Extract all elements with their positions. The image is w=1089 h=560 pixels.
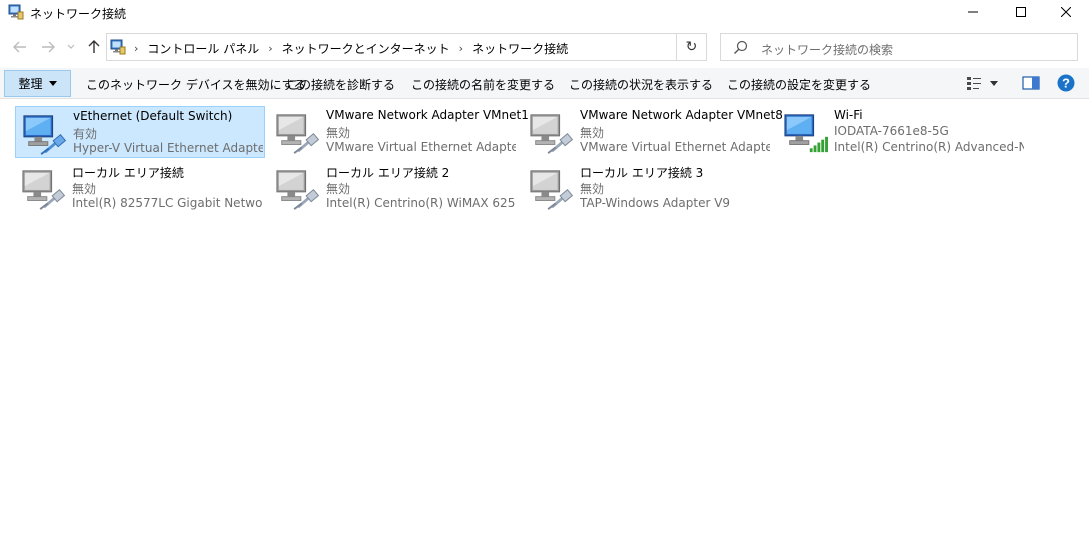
ethernet-adapter-disabled-icon: [276, 170, 320, 211]
recent-locations-button[interactable]: [64, 38, 78, 56]
ethernet-adapter-icon: [23, 115, 67, 156]
connection-name: Wi-Fi: [834, 108, 863, 122]
ethernet-adapter-disabled-icon: [530, 114, 574, 155]
connection-status: IODATA-7661e8-5G: [834, 124, 949, 138]
network-connections-icon: [8, 4, 24, 20]
help-icon[interactable]: ?: [1057, 74, 1075, 92]
connection-device: VMware Virtual Ethernet Adapter ...: [580, 140, 770, 154]
ethernet-adapter-disabled-icon: [22, 170, 66, 211]
connection-item[interactable]: ローカル エリア接続 無効 Intel(R) 82577LC Gigabit Net…: [15, 162, 265, 214]
change-view-button[interactable]: [966, 74, 1006, 92]
connection-device: Intel(R) 82577LC Gigabit Network ...: [72, 196, 262, 210]
chevron-right-icon[interactable]: ›: [459, 42, 463, 55]
ethernet-adapter-disabled-icon: [276, 114, 320, 155]
arrow-left-icon: [13, 41, 26, 53]
connection-item[interactable]: VMware Network Adapter VMnet1 無効 VMware Vi…: [269, 106, 529, 158]
organize-label: 整理: [18, 77, 43, 91]
connection-status: 無効: [580, 126, 605, 140]
view-status-button[interactable]: この接続の状況を表示する: [569, 76, 713, 93]
breadcrumb-control-panel[interactable]: コントロール パネル: [147, 40, 259, 57]
change-view-icon: [967, 77, 981, 90]
connection-item[interactable]: Wi-Fi IODATA-7661e8-5G Intel(R) Centrino(R…: [777, 106, 1027, 158]
network-connections-icon: [110, 39, 126, 55]
connection-device: Intel(R) Centrino(R) WiMAX 6250: [326, 196, 516, 210]
connection-item[interactable]: VMware Network Adapter VMnet8 無効 VMware Vi…: [523, 106, 783, 158]
connection-status: 無効: [326, 126, 351, 140]
change-settings-button[interactable]: この接続の設定を変更する: [727, 76, 871, 93]
arrow-right-icon: [42, 41, 55, 53]
connection-status: 無効: [72, 182, 97, 196]
connection-name: VMware Network Adapter VMnet1: [326, 108, 529, 122]
svg-text:?: ?: [1062, 76, 1070, 91]
back-button[interactable]: [10, 38, 30, 56]
window-title: ネットワーク接続: [30, 7, 127, 21]
connection-item[interactable]: vEthernet (Default Switch) 有効 Hyper-V Virt…: [15, 106, 265, 158]
breadcrumb-network-connections[interactable]: ネットワーク接続: [472, 40, 568, 57]
command-bar: 整理 このネットワーク デバイスを無効にする この接続を診断する この接続の名前…: [0, 68, 1089, 99]
minimize-icon: [968, 11, 978, 13]
connection-name: VMware Network Adapter VMnet8: [580, 108, 783, 122]
forward-button[interactable]: [38, 38, 58, 56]
minimize-button[interactable]: [950, 0, 996, 24]
connection-item[interactable]: ローカル エリア接続 3 無効 TAP-Windows Adapter V9: [523, 162, 773, 214]
connection-name: ローカル エリア接続 2: [326, 166, 450, 180]
connection-name: ローカル エリア接続: [72, 166, 184, 180]
maximize-icon: [1016, 7, 1026, 17]
wifi-adapter-icon: [784, 114, 828, 153]
caret-down-icon: [48, 81, 57, 86]
caret-down-icon: [990, 80, 998, 86]
arrow-up-icon: [88, 40, 100, 53]
maximize-button[interactable]: [998, 0, 1044, 24]
breadcrumb: › コントロール パネル › ネットワークとインターネット › ネットワーク接続: [129, 40, 568, 57]
connection-status: 有効: [73, 127, 98, 141]
connection-device: VMware Virtual Ethernet Adapter ...: [326, 140, 516, 154]
rename-button[interactable]: この接続の名前を変更する: [411, 76, 555, 93]
connection-status: 無効: [580, 182, 605, 196]
disable-device-button[interactable]: このネットワーク デバイスを無効にする: [86, 76, 306, 93]
navigation-row: › コントロール パネル › ネットワークとインターネット › ネットワーク接続…: [0, 30, 1089, 64]
chevron-right-icon[interactable]: ›: [134, 42, 138, 55]
diagnose-button[interactable]: この接続を診断する: [287, 76, 395, 93]
refresh-button[interactable]: ↻: [677, 33, 707, 61]
search-icon: [734, 40, 748, 54]
connection-device: Intel(R) Centrino(R) Advanced-N ...: [834, 140, 1024, 154]
connection-device: Hyper-V Virtual Ethernet Adapter: [73, 141, 263, 155]
connection-name: ローカル エリア接続 3: [580, 166, 704, 180]
connection-name: vEthernet (Default Switch): [73, 109, 233, 123]
ethernet-adapter-disabled-icon: [530, 170, 574, 211]
title-bar: ネットワーク接続: [0, 0, 1089, 24]
organize-button[interactable]: 整理: [4, 70, 71, 97]
close-button[interactable]: [1043, 0, 1089, 24]
connection-item[interactable]: ローカル エリア接続 2 無効 Intel(R) Centrino(R) WiMAX…: [269, 162, 519, 214]
connections-list: vEthernet (Default Switch) 有効 Hyper-V Virt…: [0, 100, 1089, 560]
search-input[interactable]: ネットワーク接続の検索: [720, 33, 1078, 61]
close-icon: [1061, 7, 1071, 17]
chevron-down-icon: [67, 44, 75, 49]
preview-pane-icon[interactable]: [1022, 75, 1040, 91]
connection-status: 無効: [326, 182, 351, 196]
chevron-right-icon[interactable]: ›: [268, 42, 272, 55]
address-bar[interactable]: › コントロール パネル › ネットワークとインターネット › ネットワーク接続: [106, 33, 771, 61]
search-placeholder: ネットワーク接続の検索: [761, 43, 894, 57]
up-button[interactable]: [84, 38, 104, 56]
refresh-icon: ↻: [685, 39, 698, 55]
breadcrumb-network-internet[interactable]: ネットワークとインターネット: [282, 40, 450, 57]
connection-device: TAP-Windows Adapter V9: [580, 196, 731, 210]
